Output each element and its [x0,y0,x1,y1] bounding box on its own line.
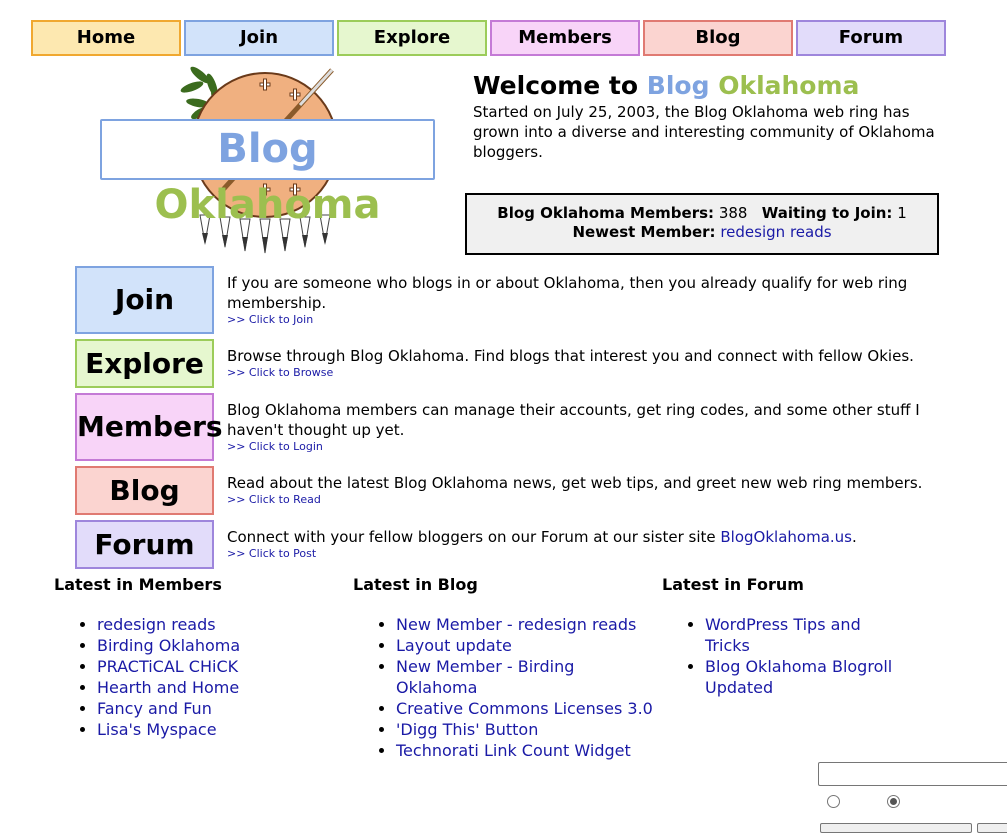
latest-blog-link[interactable]: 'Digg This' Button [396,720,538,739]
feature-members-text: Blog Oklahoma members can manage their a… [227,400,955,454]
list-item: Birding Oklahoma [97,635,344,656]
list-item: New Member - Birding Oklahoma [396,656,653,698]
explore-description: Browse through Blog Oklahoma. Find blogs… [227,347,914,365]
click-to-login-link[interactable]: >> Click to Login [227,440,955,454]
latest-forum-heading: Latest in Forum [662,575,804,594]
nav-forum[interactable]: Forum [796,20,946,56]
radio-option-2[interactable] [887,795,900,808]
latest-member-link[interactable]: Lisa's Myspace [97,720,217,739]
forum-button[interactable]: Forum [75,520,214,569]
feature-blog-text: Read about the latest Blog Oklahoma news… [227,473,955,507]
latest-blog-link[interactable]: Layout update [396,636,512,655]
top-navigation: Home Join Explore Members Blog Forum [31,20,947,56]
click-to-join-link[interactable]: >> Click to Join [227,313,955,327]
stats-line-1: Blog Oklahoma Members: 388 Waiting to Jo… [467,204,937,223]
latest-members-heading: Latest in Members [54,575,222,594]
forum-description: Connect with your fellow bloggers on our… [227,528,721,546]
form-button-1[interactable] [820,823,972,833]
members-count-value: 388 [718,204,748,222]
latest-forum-section: Latest in Forum WordPress Tips and Trick… [662,574,902,698]
latest-member-link[interactable]: Fancy and Fun [97,699,212,718]
forum-description-end: . [851,528,857,546]
search-input[interactable] [818,762,1007,786]
welcome-title: Welcome to Blog Oklahoma [473,70,943,102]
click-to-browse-link[interactable]: >> Click to Browse [227,366,955,380]
latest-blog-link[interactable]: New Member - Birding Oklahoma [396,657,574,697]
latest-member-link[interactable]: Hearth and Home [97,678,239,697]
list-item: New Member - redesign reads [396,614,653,635]
form-button-2[interactable] [977,823,1007,833]
feature-join-text: If you are someone who blogs in or about… [227,273,955,327]
explore-button[interactable]: Explore [75,339,214,388]
click-to-read-link[interactable]: >> Click to Read [227,493,955,507]
latest-blog-list: New Member - redesign reads Layout updat… [353,614,653,761]
join-button[interactable]: Join [75,266,214,334]
list-item: Blog Oklahoma Blogroll Updated [705,656,902,698]
latest-blog-link[interactable]: Creative Commons Licenses 3.0 [396,699,653,718]
list-item: Fancy and Fun [97,698,344,719]
list-item: WordPress Tips and Tricks [705,614,902,656]
logo-word-blog: Blog [217,126,318,172]
latest-blog-section: Latest in Blog New Member - redesign rea… [353,574,653,761]
list-item: Technorati Link Count Widget [396,740,653,761]
list-item: PRACTiCAL CHiCK [97,656,344,677]
nav-members[interactable]: Members [490,20,640,56]
waiting-label: Waiting to Join: [761,204,893,222]
newest-member-label: Newest Member: [572,223,716,241]
latest-blog-link[interactable]: Technorati Link Count Widget [396,741,631,760]
blogoklahoma-us-link[interactable]: BlogOklahoma.us [720,528,852,546]
feature-forum-text: Connect with your fellow bloggers on our… [227,527,955,561]
welcome-title-blog: Blog [646,71,710,100]
welcome-title-prefix: Welcome to [473,71,639,100]
list-item: redesign reads [97,614,344,635]
radio-option-1[interactable] [827,795,840,808]
logo-word-oklahoma: Oklahoma [154,182,381,228]
latest-blog-heading: Latest in Blog [353,575,478,594]
welcome-section: Welcome to Blog Oklahoma Started on July… [473,70,943,162]
list-item: Creative Commons Licenses 3.0 [396,698,653,719]
logo-wordmark: Blog Oklahoma [100,119,435,228]
blog-button[interactable]: Blog [75,466,214,515]
blog-description: Read about the latest Blog Oklahoma news… [227,474,923,492]
click-to-post-link[interactable]: >> Click to Post [227,547,955,561]
join-description: If you are someone who blogs in or about… [227,274,908,312]
stats-line-2: Newest Member: redesign reads [467,223,937,242]
list-item: Hearth and Home [97,677,344,698]
list-item: Lisa's Myspace [97,719,344,740]
waiting-value: 1 [897,204,907,222]
latest-forum-link[interactable]: Blog Oklahoma Blogroll Updated [705,657,892,697]
latest-blog-link[interactable]: New Member - redesign reads [396,615,636,634]
list-item: 'Digg This' Button [396,719,653,740]
site-logo[interactable]: Blog Oklahoma [100,65,440,255]
latest-member-link[interactable]: PRACTiCAL CHiCK [97,657,238,676]
nav-join[interactable]: Join [184,20,334,56]
stats-box: Blog Oklahoma Members: 388 Waiting to Jo… [465,193,939,255]
latest-members-list: redesign reads Birding Oklahoma PRACTiCA… [54,614,344,740]
welcome-text: Started on July 25, 2003, the Blog Oklah… [473,103,935,161]
members-button[interactable]: Members [75,393,223,461]
latest-member-link[interactable]: Birding Oklahoma [97,636,240,655]
latest-member-link[interactable]: redesign reads [97,615,216,634]
newest-member-link[interactable]: redesign reads [720,223,831,241]
nav-blog[interactable]: Blog [643,20,793,56]
members-count-label: Blog Oklahoma Members: [497,204,715,222]
feature-explore-text: Browse through Blog Oklahoma. Find blogs… [227,346,955,380]
latest-forum-link[interactable]: WordPress Tips and Tricks [705,615,861,655]
nav-home[interactable]: Home [31,20,181,56]
nav-explore[interactable]: Explore [337,20,487,56]
list-item: Layout update [396,635,653,656]
latest-forum-list: WordPress Tips and Tricks Blog Oklahoma … [662,614,902,698]
members-description: Blog Oklahoma members can manage their a… [227,401,920,439]
latest-members-section: Latest in Members redesign reads Birding… [54,574,344,740]
welcome-title-oklahoma: Oklahoma [718,71,860,100]
